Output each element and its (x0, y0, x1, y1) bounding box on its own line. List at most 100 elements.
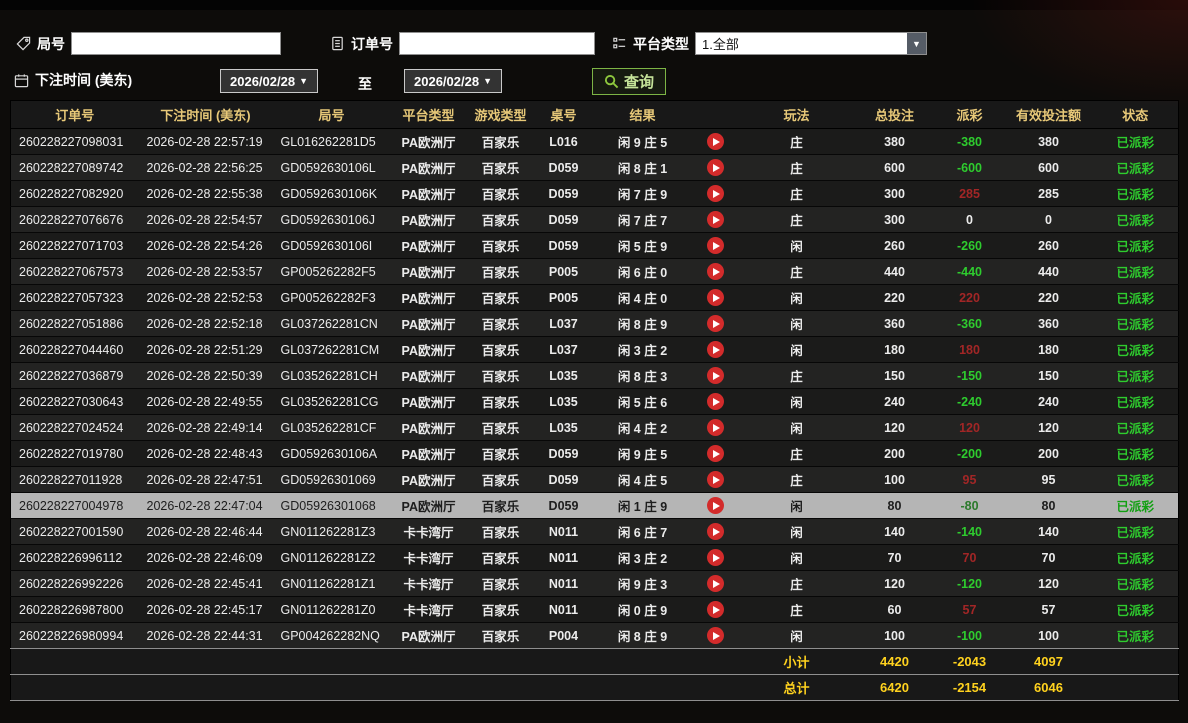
play-icon[interactable] (707, 549, 724, 566)
order-input[interactable] (399, 32, 595, 55)
result-cell: 闲 9 庄 5 (593, 129, 693, 155)
list-icon (612, 36, 627, 51)
payout-cell: -600 (935, 155, 1005, 181)
total-bet-cell: 200 (855, 441, 935, 467)
bet-row[interactable]: 2602282270049782026-02-28 22:47:04GD0592… (11, 493, 1179, 519)
result-cell: 闲 6 庄 0 (593, 259, 693, 285)
payout-cell: 120 (935, 415, 1005, 441)
bet-row[interactable]: 2602282270766762026-02-28 22:54:57GD0592… (11, 207, 1179, 233)
payout-cell: -100 (935, 623, 1005, 649)
total-payout: -2154 (935, 675, 1005, 701)
round-input[interactable] (71, 32, 281, 55)
query-button[interactable]: 查询 (592, 68, 666, 95)
status-cell: 已派彩 (1093, 389, 1179, 415)
bet-row[interactable]: 2602282270197802026-02-28 22:48:43GD0592… (11, 441, 1179, 467)
payout-cell: 95 (935, 467, 1005, 493)
play-icon[interactable] (707, 471, 724, 488)
bet-row[interactable]: 2602282270829202026-02-28 22:55:38GD0592… (11, 181, 1179, 207)
bet-row[interactable]: 2602282269922262026-02-28 22:45:41GN0112… (11, 571, 1179, 597)
total-bet-cell: 300 (855, 181, 935, 207)
round-cell: GP005262282F5 (273, 259, 391, 285)
bet-time-cell: 2026-02-28 22:45:41 (139, 571, 273, 597)
payout-cell: 0 (935, 207, 1005, 233)
bet-row[interactable]: 2602282270306432026-02-28 22:49:55GL0352… (11, 389, 1179, 415)
round-filter-group: 局号 (16, 32, 281, 55)
play-icon[interactable] (707, 289, 724, 306)
bet-time-cell: 2026-02-28 22:53:57 (139, 259, 273, 285)
valid-bet-cell: 240 (1005, 389, 1093, 415)
play-icon[interactable] (707, 237, 724, 254)
table-cell: L016 (535, 129, 593, 155)
play-icon[interactable] (707, 159, 724, 176)
bet-time-cell: 2026-02-28 22:46:44 (139, 519, 273, 545)
play-type-cell: 闲 (739, 233, 855, 259)
round-cell: GN011262281Z1 (273, 571, 391, 597)
play-icon[interactable] (707, 445, 724, 462)
play-icon[interactable] (707, 601, 724, 618)
game-type-cell: 百家乐 (467, 441, 535, 467)
status-cell: 已派彩 (1093, 129, 1179, 155)
bet-row[interactable]: 2602282270980312026-02-28 22:57:19GL0162… (11, 129, 1179, 155)
col-header-0: 订单号 (11, 101, 139, 129)
chevron-down-icon: ▼ (299, 76, 308, 86)
platform-cell: PA欧洲厅 (391, 181, 467, 207)
play-icon[interactable] (707, 367, 724, 384)
bet-row[interactable]: 2602282270015902026-02-28 22:46:44GN0112… (11, 519, 1179, 545)
bet-row[interactable]: 2602282270444602026-02-28 22:51:29GL0372… (11, 337, 1179, 363)
play-icon[interactable] (707, 497, 724, 514)
col-header-7 (693, 101, 739, 129)
bet-row[interactable]: 2602282270368792026-02-28 22:50:39GL0352… (11, 363, 1179, 389)
table-cell: D059 (535, 181, 593, 207)
bet-row[interactable]: 2602282270119282026-02-28 22:47:51GD0592… (11, 467, 1179, 493)
result-cell: 闲 7 庄 9 (593, 181, 693, 207)
round-cell: GL037262281CM (273, 337, 391, 363)
order-cell: 260228227057323 (11, 285, 139, 311)
valid-bet-cell: 120 (1005, 415, 1093, 441)
date-from-button[interactable]: 2026/02/28 ▼ (220, 69, 318, 93)
bet-row[interactable]: 2602282269961122026-02-28 22:46:09GN0112… (11, 545, 1179, 571)
valid-bet-cell: 220 (1005, 285, 1093, 311)
result-cell: 闲 9 庄 5 (593, 441, 693, 467)
play-icon[interactable] (707, 575, 724, 592)
play-icon[interactable] (707, 185, 724, 202)
date-to-value: 2026/02/28 (414, 74, 479, 89)
play-type-cell: 庄 (739, 571, 855, 597)
play-icon[interactable] (707, 211, 724, 228)
round-cell: GD0592630106J (273, 207, 391, 233)
play-icon[interactable] (707, 393, 724, 410)
play-icon[interactable] (707, 523, 724, 540)
platform-select[interactable]: 1.全部 ▼ (695, 32, 927, 55)
date-to-button[interactable]: 2026/02/28 ▼ (404, 69, 502, 93)
play-icon[interactable] (707, 627, 724, 644)
bet-row[interactable]: 2602282270245242026-02-28 22:49:14GL0352… (11, 415, 1179, 441)
bet-row[interactable]: 2602282269878002026-02-28 22:45:17GN0112… (11, 597, 1179, 623)
table-cell: D059 (535, 233, 593, 259)
bet-row[interactable]: 2602282270573232026-02-28 22:52:53GP0052… (11, 285, 1179, 311)
platform-cell: 卡卡湾厅 (391, 545, 467, 571)
play-icon[interactable] (707, 133, 724, 150)
game-type-cell: 百家乐 (467, 597, 535, 623)
play-icon[interactable] (707, 419, 724, 436)
bet-row[interactable]: 2602282270717032026-02-28 22:54:26GD0592… (11, 233, 1179, 259)
total-label: 总计 (739, 675, 855, 701)
play-icon[interactable] (707, 341, 724, 358)
total-bet-cell: 120 (855, 415, 935, 441)
play-icon[interactable] (707, 315, 724, 332)
subtotal-label: 小计 (739, 649, 855, 675)
col-header-4: 游戏类型 (467, 101, 535, 129)
result-cell: 闲 4 庄 2 (593, 415, 693, 441)
round-cell: GN011262281Z2 (273, 545, 391, 571)
play-cell (693, 285, 739, 311)
play-cell (693, 129, 739, 155)
bet-row[interactable]: 2602282269809942026-02-28 22:44:31GP0042… (11, 623, 1179, 649)
tag-icon (16, 36, 31, 51)
order-cell: 260228227036879 (11, 363, 139, 389)
bet-row[interactable]: 2602282270675732026-02-28 22:53:57GP0052… (11, 259, 1179, 285)
play-type-cell: 闲 (739, 285, 855, 311)
bet-row[interactable]: 2602282270897422026-02-28 22:56:25GD0592… (11, 155, 1179, 181)
play-icon[interactable] (707, 263, 724, 280)
round-cell: GL016262281D5 (273, 129, 391, 155)
bet-row[interactable]: 2602282270518862026-02-28 22:52:18GL0372… (11, 311, 1179, 337)
play-cell (693, 259, 739, 285)
status-cell: 已派彩 (1093, 519, 1179, 545)
